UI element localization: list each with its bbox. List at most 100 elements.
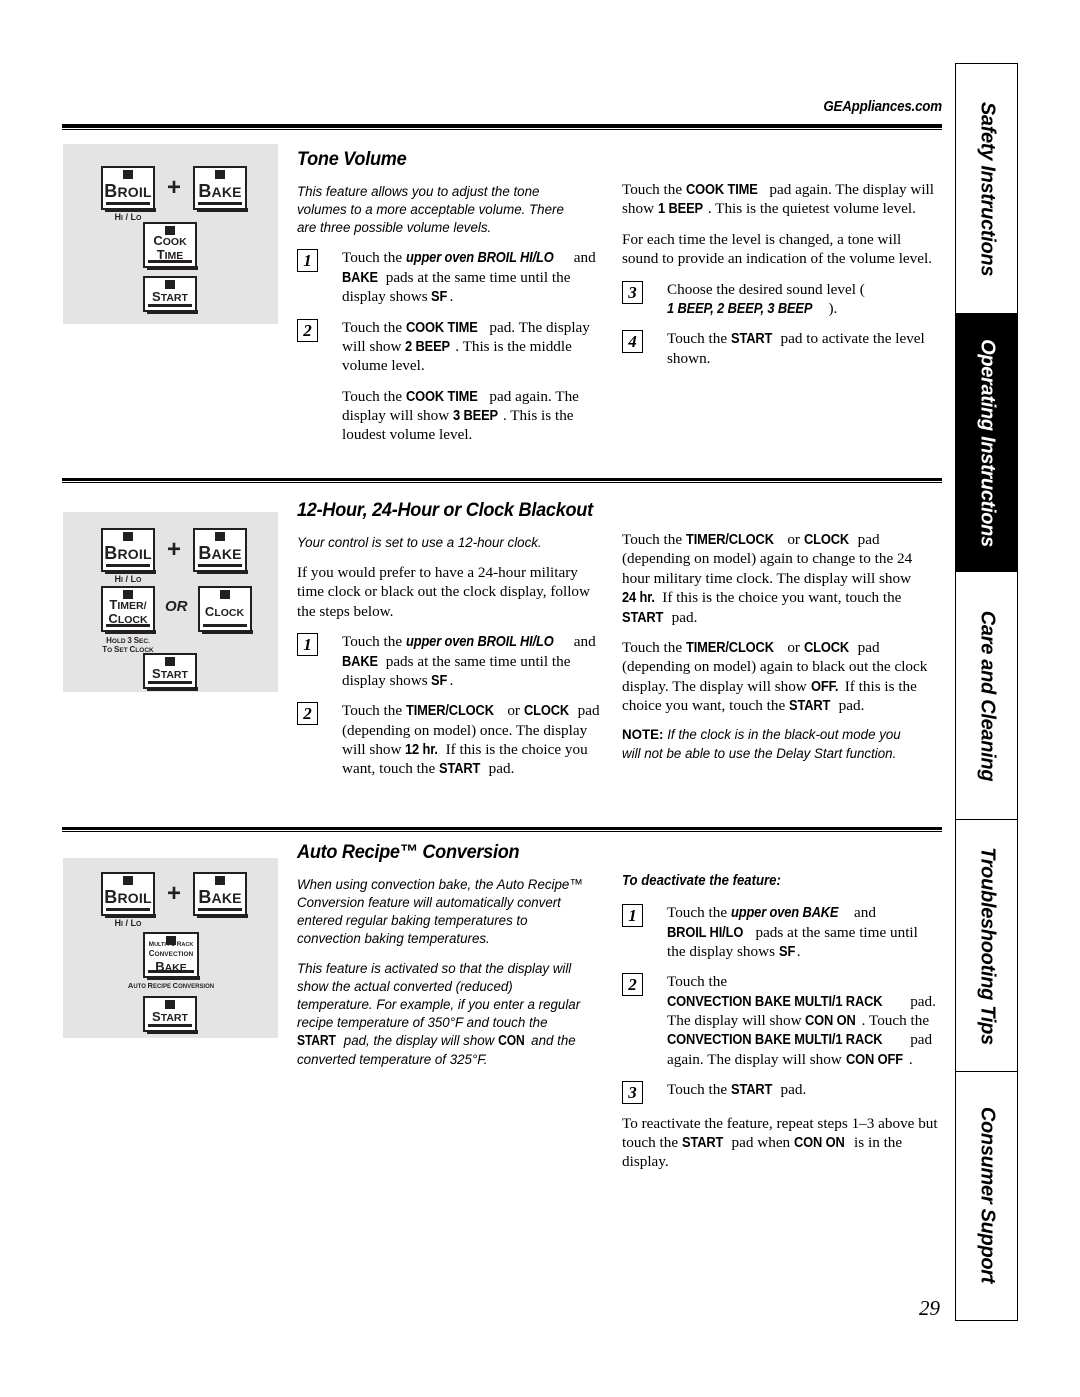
step-number: 2 [297,702,318,726]
step-text: Touch the COOK TIME pad. The display wil… [342,318,590,375]
emphasis: CLOCK [523,703,569,720]
sidebar-tab-label: Consumer Support [976,1106,998,1284]
emphasis: 12 hr. [405,742,439,759]
pad-underline [106,624,150,627]
step-number: 2 [622,973,643,997]
pad-shadow [197,570,249,574]
pad-indicator-icon [123,876,133,885]
emphasis: CLOCK [803,532,849,548]
emphasis: BAKE [342,269,378,286]
pad-shadow [201,630,253,634]
emphasis: OFF. [810,678,838,695]
pad-label-broil: BROIL [104,180,152,201]
step-text: Choose the desired sound level (1 BEEP, … [667,280,865,317]
tone-volume-para-2b: Touch the COOK TIME pad again. The displ… [297,387,605,445]
pad-shadow [147,976,200,980]
sidebar-tab-label: Troubleshooting Tips [976,846,998,1045]
pad-start[interactable]: START [143,996,198,1034]
emphasis: CONVECTION BAKE MULTI/1 RACK [667,993,883,1010]
pad-timer-clock[interactable]: TIMER/CLOCK [101,586,156,634]
pad-label-cook-time: COOK TIME [153,233,187,262]
sidebar-tab-safety-instructions[interactable]: Safety Instructions [956,64,1017,314]
pad-shadow [147,310,198,314]
pad-sublabel-auto-recipe-conversion: AUTO RECIPE CONVERSION [127,981,215,990]
pad-indicator-icon [215,532,226,541]
clock-middle-column: 12-Hour, 24-Hour or Clock Blackout Your … [297,498,605,790]
tone-volume-right-column: Touch the COOK TIME pad again. The displ… [622,180,940,379]
pad-underline [148,304,192,307]
emphasis: COOK TIME [685,182,758,198]
emphasis: upper oven BROIL HI/LO [405,250,554,267]
emphasis: CON OFF [845,1051,903,1068]
tone-volume-middle-column: Tone Volume This feature allows you to a… [297,147,605,445]
pad-shadow [147,266,198,270]
keypad-panel-auto-recipe: BROIL + BAKE HI / LO MULTI / 1 RACK CONV… [63,858,278,1038]
emphasis: CON ON [793,1134,845,1151]
pad-underline [106,908,150,911]
deactivate-heading: To deactivate the feature: [622,873,781,889]
step-item: 3 Choose the desired sound level (1 BEEP… [622,280,940,319]
emphasis: 24 hr. [622,590,655,607]
pad-shadow [147,1030,198,1034]
note-label: NOTE: [622,727,664,744]
emphasis: TIMER/CLOCK [405,703,494,720]
pad-convection-bake-multi-1-rack[interactable]: MULTI / 1 RACK CONVECTION BAKE [143,932,200,980]
pad-indicator-icon [123,170,133,179]
pad-cook-time[interactable]: COOK TIME [143,222,198,270]
pad-shadow [147,687,198,691]
page-header: GEAppliances.com [62,98,942,116]
pad-broil[interactable]: BROIL [101,528,156,574]
pad-start[interactable]: START [143,276,198,314]
pad-broil[interactable]: BROIL [101,872,156,918]
keypad-panel-tone-volume: BROIL + BAKE HI / LO COOK TIME START [63,144,278,324]
auto-recipe-intro1: When using convection bake, the Auto Rec… [297,876,583,948]
emphasis: 2 BEEP [405,338,451,355]
pad-indicator-icon [166,936,176,945]
pad-clock[interactable]: CLOCK [197,586,253,634]
step-item: 2 Touch the CONVECTION BAKE MULTI/1 RACK… [622,972,940,1069]
pad-bake[interactable]: BAKE [193,166,249,212]
step-text: Touch the START pad to activate the leve… [667,330,925,367]
pad-bake[interactable]: BAKE [193,528,249,574]
section-divider [62,478,942,483]
emphasis: upper oven BAKE [730,905,839,922]
pad-label-start: START [152,288,188,304]
step-item: 1 Touch the upper oven BROIL HI/LO and B… [297,632,605,690]
pad-underline [148,681,192,684]
pad-indicator-icon [215,876,226,885]
pad-start[interactable]: START [143,653,198,691]
step-item: 1 Touch the upper oven BAKE and BROIL HI… [622,903,940,961]
pad-indicator-icon [165,226,175,235]
or-operator: OR [165,598,188,615]
pad-bake[interactable]: BAKE [193,872,249,918]
pad-label-timer-clock: TIMER/CLOCK [108,597,148,626]
step-item: 2 Touch the TIMER/CLOCK or CLOCK pad (de… [297,701,605,779]
auto-recipe-intro2: This feature is activated so that the di… [297,960,581,1068]
emphasis: START [439,761,481,778]
step-number: 3 [622,280,643,304]
emphasis: BAKE [342,653,378,670]
auto-recipe-middle-column: Auto Recipe™ Conversion When using conve… [297,840,605,1080]
plus-operator: + [167,880,182,907]
step-text: Touch the upper oven BROIL HI/LO and BAK… [342,249,596,306]
section-divider [62,827,942,832]
pad-label-broil: BROIL [104,542,152,563]
sidebar-tab-label: Safety Instructions [976,101,998,276]
step-number: 1 [297,633,318,657]
section-title-clock: 12-Hour, 24-Hour or Clock Blackout [297,499,593,521]
pad-broil[interactable]: BROIL [101,166,156,212]
pad-label-bake: BAKE [198,180,242,201]
sidebar-tab-consumer-support[interactable]: Consumer Support [956,1072,1017,1318]
section-title-tone-volume: Tone Volume [297,148,407,170]
pad-underline [106,202,150,205]
sidebar-tab-operating-instructions[interactable]: Operating Instructions [956,314,1017,572]
plus-operator: + [167,174,182,201]
page-number: 29 [919,1296,940,1320]
emphasis: 3 BEEP [452,408,498,424]
pad-underline [106,564,150,567]
sidebar-tab-care-and-cleaning[interactable]: Care and Cleaning [956,572,1017,820]
tone-volume-intro: This feature allows you to adjust the to… [297,183,564,237]
pad-label-bake: BAKE [198,886,242,907]
step-item: 4 Touch the START pad to activate the le… [622,329,940,368]
sidebar-tab-troubleshooting-tips[interactable]: Troubleshooting Tips [956,820,1017,1072]
